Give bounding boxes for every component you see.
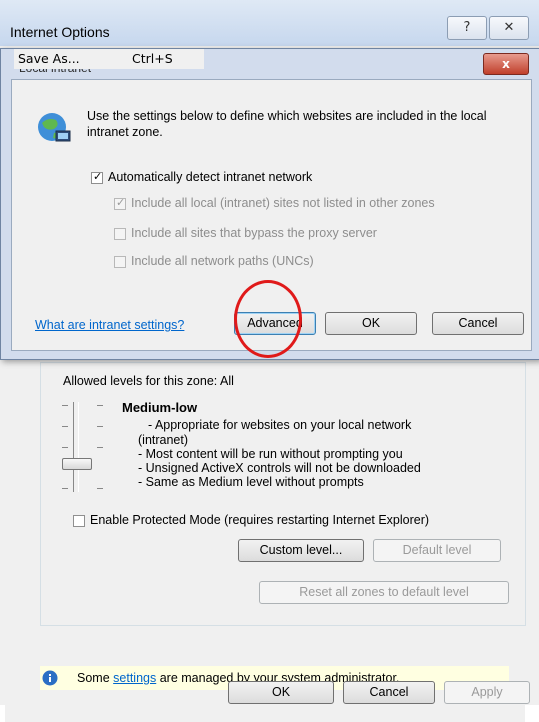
include-network-paths-checkbox[interactable] bbox=[114, 256, 126, 268]
intranet-settings-help-link[interactable]: What are intranet settings? bbox=[35, 318, 184, 332]
level-desc-line: (intranet) bbox=[138, 433, 189, 447]
include-bypass-proxy-label: Include all sites that bypass the proxy … bbox=[131, 226, 377, 240]
footer-ok-button[interactable]: OK bbox=[228, 681, 334, 704]
annotation-circle bbox=[234, 280, 302, 358]
dialog-cancel-button[interactable]: Cancel bbox=[432, 312, 524, 335]
level-name: Medium-low bbox=[122, 400, 198, 415]
slider-tick bbox=[62, 488, 68, 489]
slider-tick bbox=[97, 488, 103, 489]
help-button[interactable]: ? bbox=[447, 16, 487, 40]
slider-tick bbox=[97, 405, 103, 406]
level-desc-line: - Appropriate for websites on your local… bbox=[148, 418, 412, 432]
custom-level-button[interactable]: Custom level... bbox=[238, 539, 364, 562]
window-close-button[interactable]: ✕ bbox=[489, 16, 529, 40]
slider-tick bbox=[97, 447, 103, 448]
auto-detect-label: Automatically detect intranet network bbox=[108, 170, 313, 184]
include-network-paths-label: Include all network paths (UNCs) bbox=[131, 254, 314, 268]
security-slider-track[interactable] bbox=[73, 402, 79, 492]
slider-tick bbox=[97, 426, 103, 427]
include-bypass-proxy-checkbox[interactable] bbox=[114, 228, 126, 240]
window-title: Internet Options bbox=[10, 24, 110, 40]
reset-all-zones-button[interactable]: Reset all zones to default level bbox=[259, 581, 509, 604]
level-desc-line: - Most content will be run without promp… bbox=[138, 447, 403, 461]
include-local-label: Include all local (intranet) sites not l… bbox=[131, 196, 435, 210]
security-slider-thumb[interactable] bbox=[62, 458, 92, 470]
include-local-checkbox[interactable]: ✓ bbox=[114, 196, 126, 210]
protected-mode-checkbox[interactable] bbox=[73, 515, 85, 527]
slider-tick bbox=[62, 426, 68, 427]
info-icon bbox=[42, 670, 58, 686]
default-level-button[interactable]: Default level bbox=[373, 539, 501, 562]
level-desc-line: - Unsigned ActiveX controls will not be … bbox=[138, 461, 421, 475]
settings-link[interactable]: settings bbox=[113, 671, 156, 685]
allowed-levels-label: Allowed levels for this zone: All bbox=[63, 374, 234, 388]
protected-mode-label: Enable Protected Mode (requires restarti… bbox=[90, 513, 430, 527]
dialog-ok-button[interactable]: OK bbox=[325, 312, 417, 335]
intranet-globe-icon bbox=[38, 113, 71, 142]
slider-tick bbox=[62, 447, 68, 448]
dialog-description: Use the settings below to define which w… bbox=[87, 109, 487, 139]
footer-cancel-button[interactable]: Cancel bbox=[343, 681, 435, 704]
auto-detect-checkbox[interactable]: ✓ bbox=[91, 170, 103, 184]
footer-apply-button[interactable]: Apply bbox=[444, 681, 530, 704]
slider-tick bbox=[62, 405, 68, 406]
info-prefix: Some bbox=[77, 671, 114, 685]
level-desc-line: - Same as Medium level without prompts bbox=[138, 475, 364, 489]
